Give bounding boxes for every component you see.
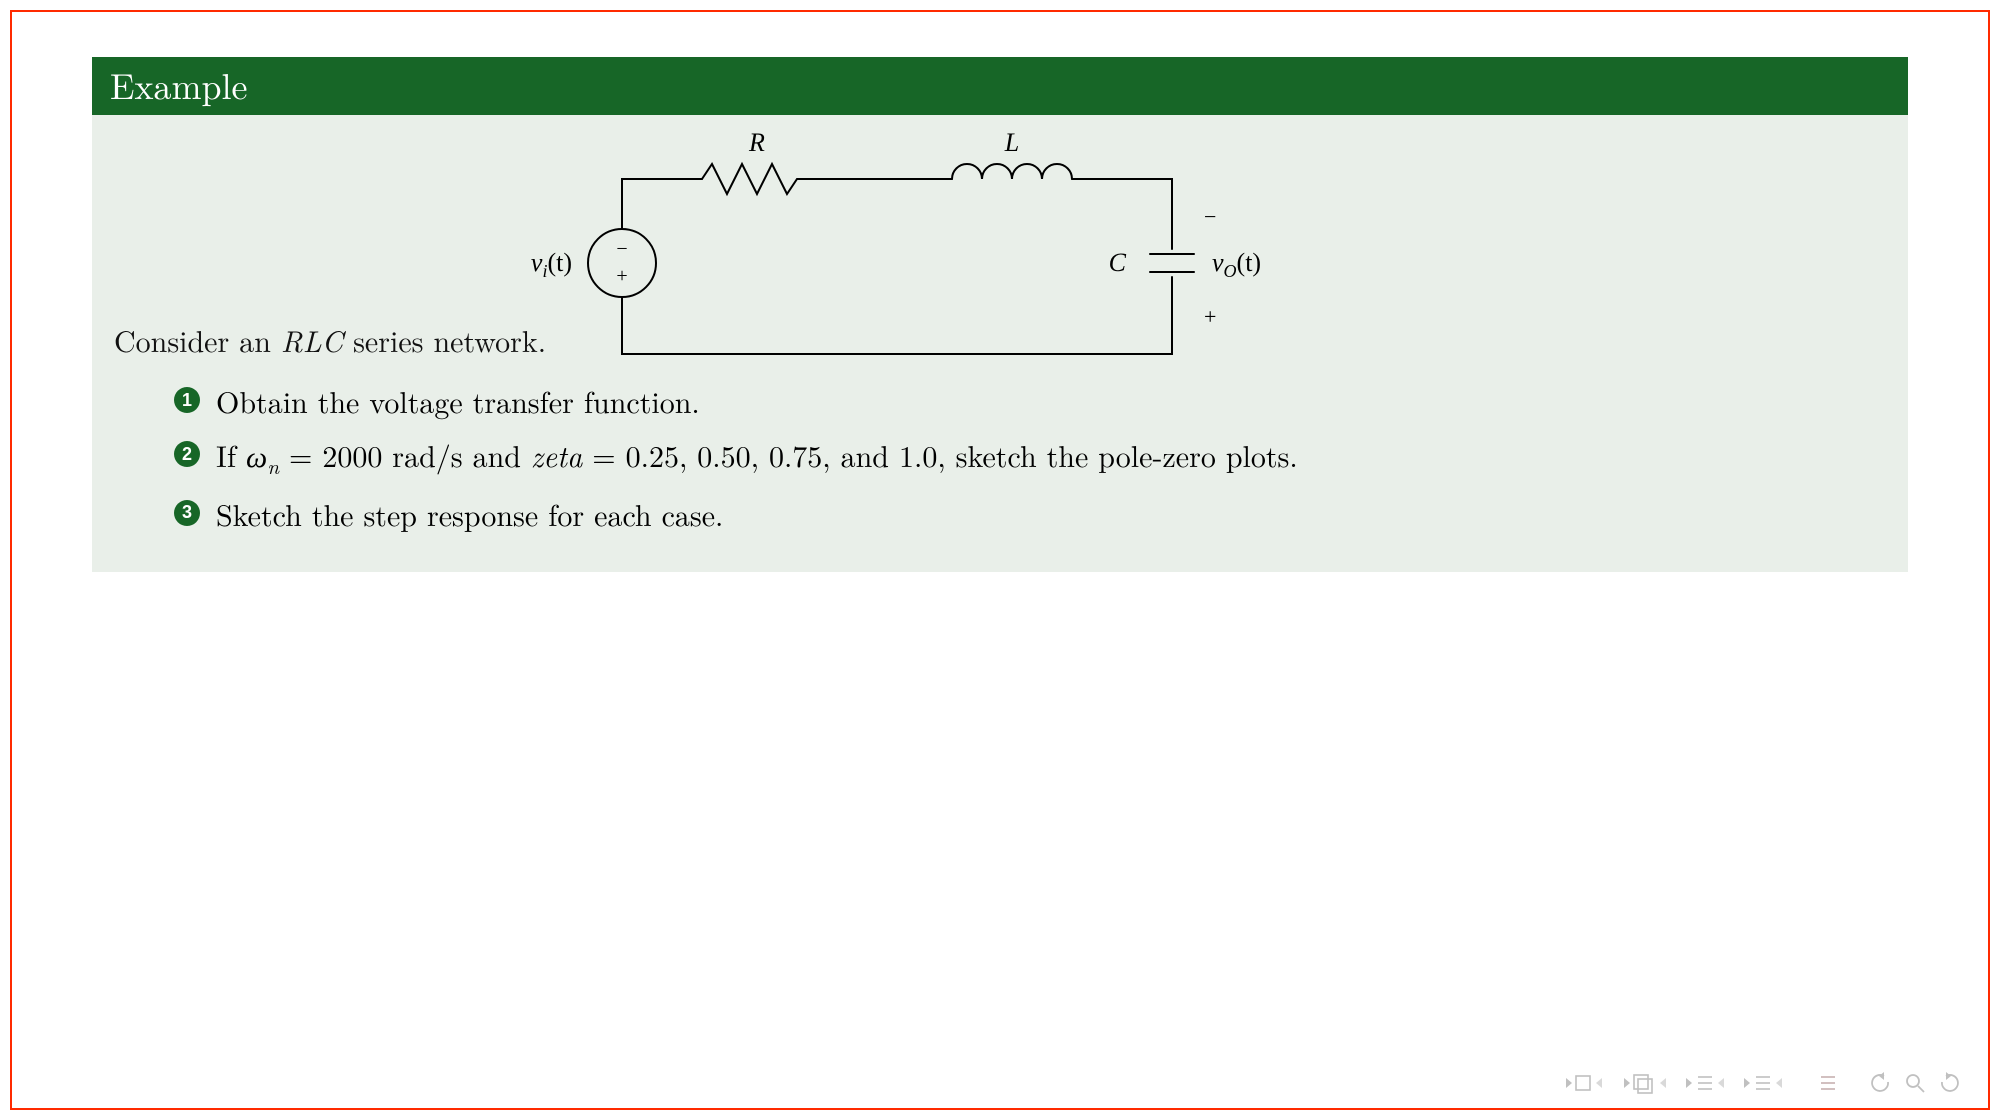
slide-content: Example (92, 57, 1908, 572)
item-3-text: Sketch the step response for each case. (216, 490, 723, 538)
nav-slide-group[interactable] (1564, 1072, 1610, 1094)
block-title-text: Example (110, 59, 248, 110)
nav-search-icon[interactable] (1904, 1072, 1926, 1094)
intro-rlc: RLC (281, 318, 343, 361)
beamer-nav-footer (1564, 1072, 1960, 1094)
circuit-svg: R L C − + vi(t) − + vO(t) (512, 129, 1272, 389)
enumerate-list: 1 Obtain the voltage transfer function. … (174, 377, 1886, 538)
item-number-3: 3 (174, 500, 200, 526)
vout-label: vO(t) (1212, 248, 1261, 281)
nav-section-group[interactable] (1742, 1072, 1788, 1094)
cap-minus: − (1204, 204, 1216, 229)
item-number-2: 2 (174, 441, 200, 467)
item-number-1: 1 (174, 387, 200, 413)
capacitor-label: C (1109, 248, 1127, 277)
nav-back-icon[interactable] (1870, 1072, 1892, 1094)
inductor-label: L (1004, 129, 1019, 157)
nav-subsection-group[interactable] (1684, 1072, 1730, 1094)
resistor-label: R (748, 129, 765, 157)
page-border: Example (10, 10, 1990, 1110)
intro-prefix: Consider an (114, 318, 281, 361)
item-2-text: If ωn = 2000 rad/s and zeta = 0.25, 0.50… (216, 431, 1298, 484)
source-minus: − (616, 238, 627, 260)
vin-label: vi(t) (531, 248, 572, 281)
source-plus: + (616, 265, 627, 287)
rlc-circuit-diagram: R L C − + vi(t) − + vO(t) (512, 129, 1272, 389)
list-item: 2 If ωn = 2000 rad/s and zeta = 0.25, 0.… (174, 431, 1886, 484)
example-block-title: Example (92, 57, 1908, 115)
nav-frame-group[interactable] (1622, 1072, 1672, 1094)
nav-outline-icon[interactable] (1818, 1072, 1840, 1094)
nav-forward-icon[interactable] (1938, 1072, 1960, 1094)
list-item: 3 Sketch the step response for each case… (174, 490, 1886, 538)
example-block-body: R L C − + vi(t) − + vO(t) (92, 115, 1908, 572)
cap-plus: + (1204, 304, 1216, 329)
